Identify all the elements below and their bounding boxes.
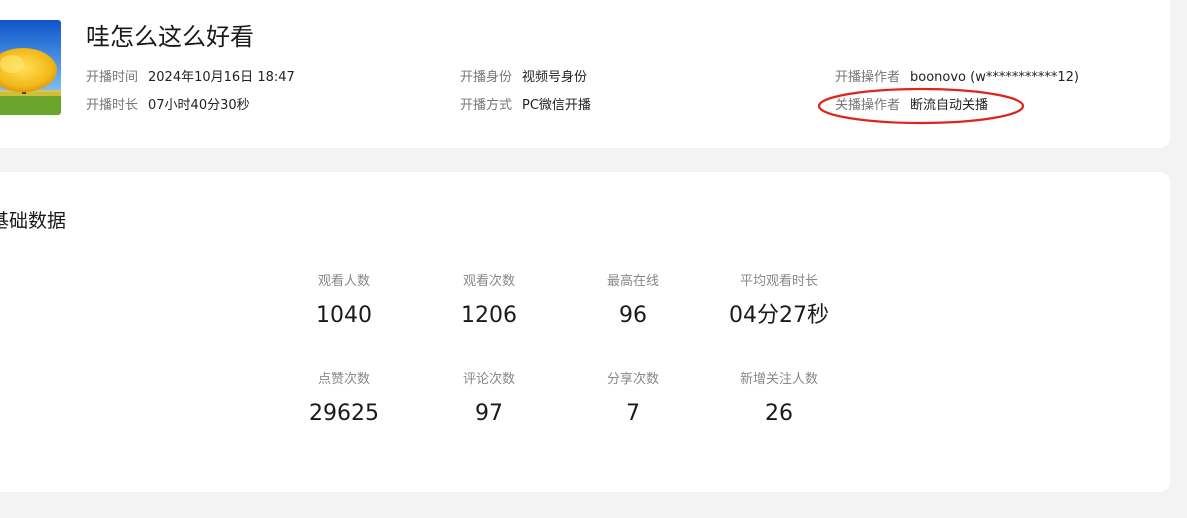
stat-views: 观看次数 1206 xyxy=(414,273,564,331)
stat-new-followers: 新增关注人数 26 xyxy=(704,371,854,429)
stat-value: 96 xyxy=(619,303,647,328)
stat-value: 7 xyxy=(626,401,640,426)
stat-value: 1040 xyxy=(316,303,372,328)
meta-value: 断流自动关播 xyxy=(910,98,989,113)
meta-label: 开播操作者 xyxy=(835,70,901,85)
live-cover-image[interactable] xyxy=(0,20,61,115)
stat-label: 评论次数 xyxy=(462,372,515,387)
stat-value: 1206 xyxy=(461,303,517,328)
stat-label: 新增关注人数 xyxy=(739,372,818,387)
stat-shares: 分享次数 7 xyxy=(558,371,708,429)
meta-start-time: 开播时间 2024年10月16日 18:47 xyxy=(86,69,295,87)
meta-duration: 开播时长 07小时40分30秒 xyxy=(86,97,250,115)
stat-viewers: 观看人数 1040 xyxy=(269,273,419,331)
meta-value: 视频号身份 xyxy=(522,70,588,85)
meta-label: 开播身份 xyxy=(460,70,513,85)
stat-value: 97 xyxy=(475,401,503,426)
meta-start-operator: 开播操作者 boonovo (w***********12) xyxy=(835,69,1079,87)
stat-peak-online: 最高在线 96 xyxy=(558,273,708,331)
section-title: 基础数据 xyxy=(0,210,67,232)
stat-avg-watch-time: 平均观看时长 04分27秒 xyxy=(704,273,854,331)
meta-value: 07小时40分30秒 xyxy=(148,98,250,113)
meta-value: PC微信开播 xyxy=(522,98,591,113)
stat-value: 26 xyxy=(765,401,793,426)
stat-label: 平均观看时长 xyxy=(739,274,818,289)
stat-label: 点赞次数 xyxy=(317,372,370,387)
stat-likes: 点赞次数 29625 xyxy=(269,371,419,429)
meta-value: boonovo (w***********12) xyxy=(910,70,1079,85)
meta-label: 开播时长 xyxy=(86,98,139,113)
meta-identity: 开播身份 视频号身份 xyxy=(460,69,587,87)
meta-label: 关播操作者 xyxy=(835,98,901,113)
meta-end-operator: 关播操作者 断流自动关播 xyxy=(835,97,988,115)
live-title: 哇怎么这么好看 xyxy=(86,23,254,51)
stat-label: 最高在线 xyxy=(606,274,659,289)
tree-landscape-icon xyxy=(0,20,61,115)
meta-method: 开播方式 PC微信开播 xyxy=(460,97,591,115)
meta-label: 开播时间 xyxy=(86,70,139,85)
stat-label: 观看人数 xyxy=(317,274,370,289)
stat-value: 04分27秒 xyxy=(729,303,829,328)
meta-value: 2024年10月16日 18:47 xyxy=(148,70,295,85)
stat-comments: 评论次数 97 xyxy=(414,371,564,429)
basic-data-card xyxy=(0,172,1170,492)
stat-value: 29625 xyxy=(309,401,379,426)
stat-label: 分享次数 xyxy=(606,372,659,387)
meta-label: 开播方式 xyxy=(460,98,513,113)
stat-label: 观看次数 xyxy=(462,274,515,289)
